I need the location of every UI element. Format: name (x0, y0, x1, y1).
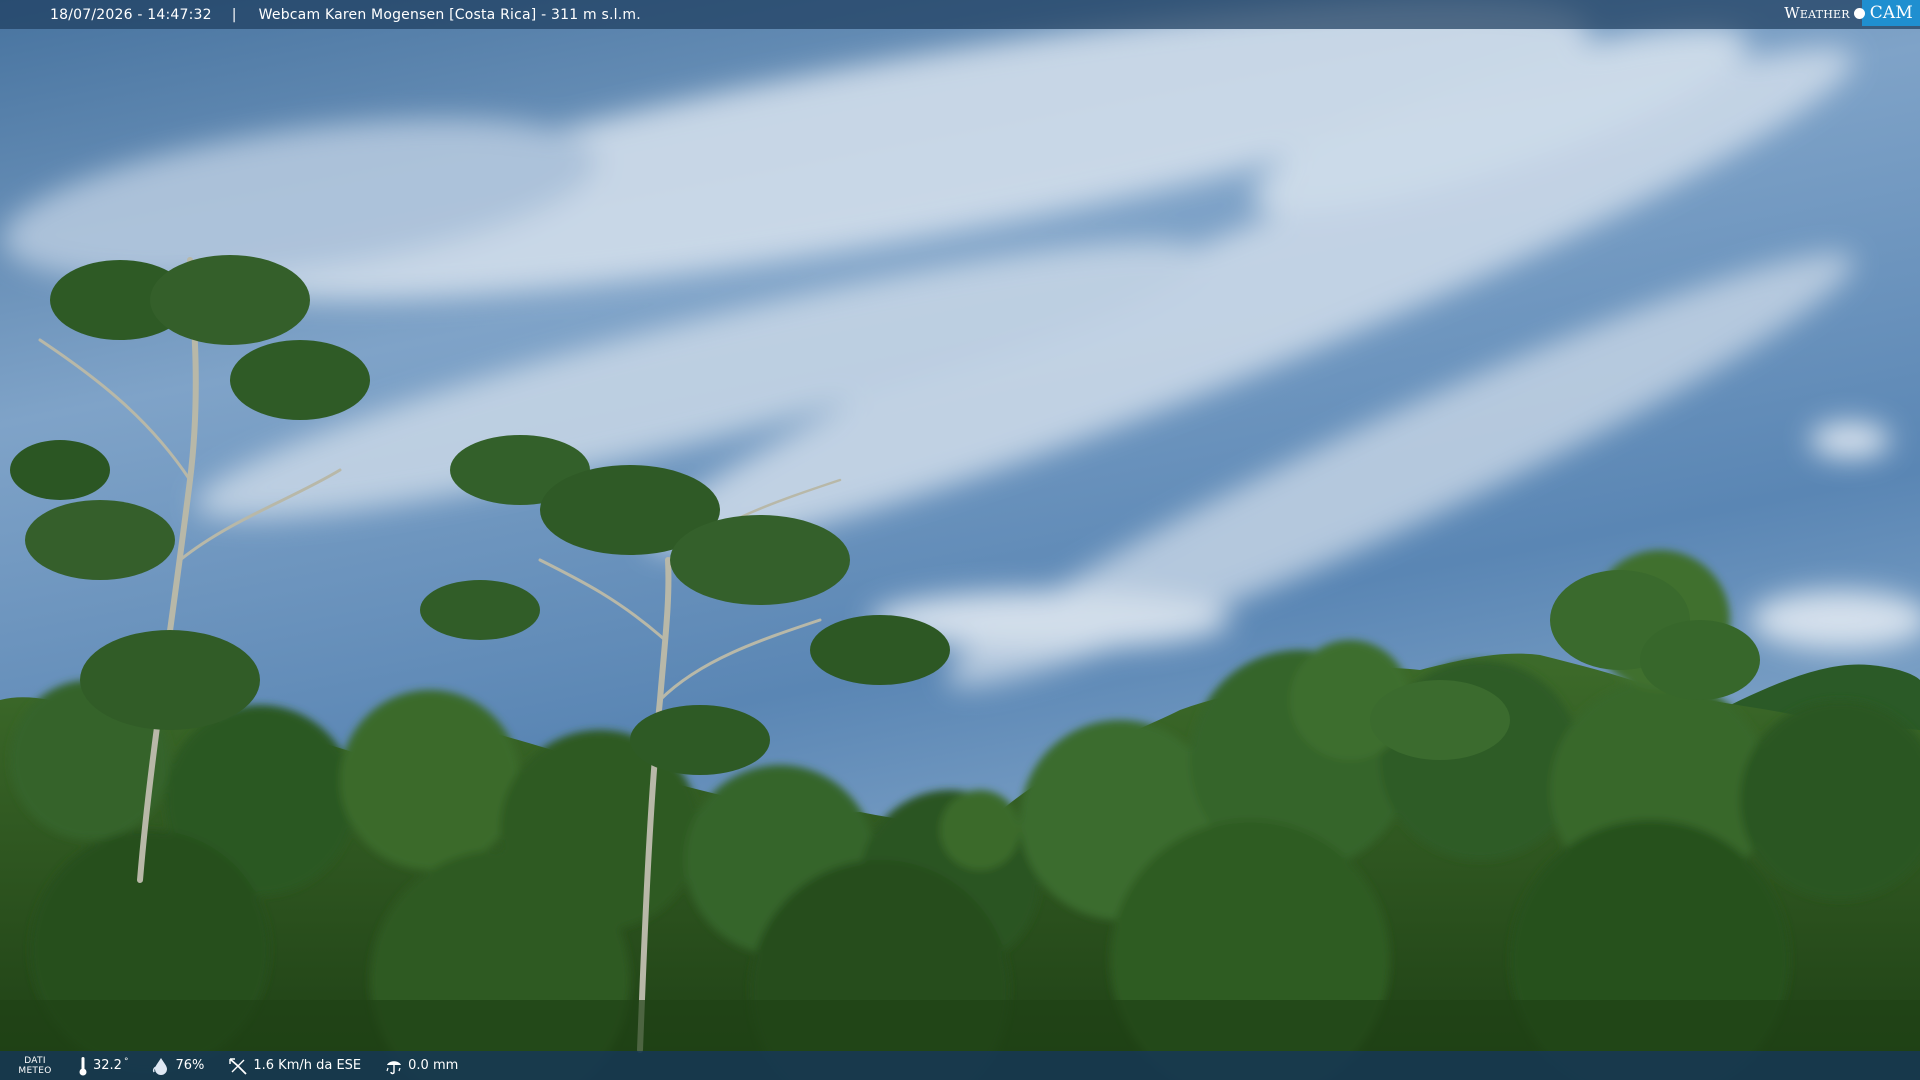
rain-value: 0.0 mm (408, 1058, 459, 1073)
webcam-image (0, 0, 1920, 1080)
logo-word-cam: CAM (1861, 0, 1920, 26)
humidity-value: 76% (175, 1058, 205, 1073)
weather-data-bar: DATI METEO 32.2 ° 76% 1.6 Km/h da ESE 0.… (0, 1051, 1920, 1080)
webcam-viewport: 18/07/2026 - 14:47:32 | Webcam Karen Mog… (0, 0, 1920, 1080)
top-info-bar: 18/07/2026 - 14:47:32 | Webcam Karen Mog… (0, 0, 1920, 29)
webcam-title: Webcam Karen Mogensen [Costa Rica] - 311… (258, 6, 641, 23)
header-separator: | (231, 6, 237, 23)
weathercam-logo: Weather CAM (1784, 0, 1920, 26)
thermometer-icon (79, 1056, 87, 1075)
logo-circle-icon (1853, 7, 1865, 19)
temperature-value: 32.2 (93, 1058, 122, 1073)
droplet-icon (153, 1057, 168, 1075)
dati-meteo-label: DATI METEO (0, 1056, 70, 1076)
humidity-readout: 76% (152, 1057, 204, 1075)
temperature-readout: 32.2 ° (78, 1056, 128, 1076)
temperature-unit: ° (123, 1056, 129, 1067)
wind-direction-icon (229, 1057, 247, 1075)
wind-value: 1.6 Km/h da ESE (253, 1058, 362, 1073)
rain-readout: 0.0 mm (385, 1057, 458, 1075)
wind-readout: 1.6 Km/h da ESE (228, 1056, 361, 1076)
dati-label-line1: DATI (24, 1055, 46, 1066)
dati-label-line2: METEO (18, 1065, 52, 1076)
rain-gauge-icon (386, 1060, 402, 1074)
logo-word-weather: Weather (1784, 4, 1850, 22)
timestamp: 18/07/2026 - 14:47:32 (50, 6, 212, 23)
